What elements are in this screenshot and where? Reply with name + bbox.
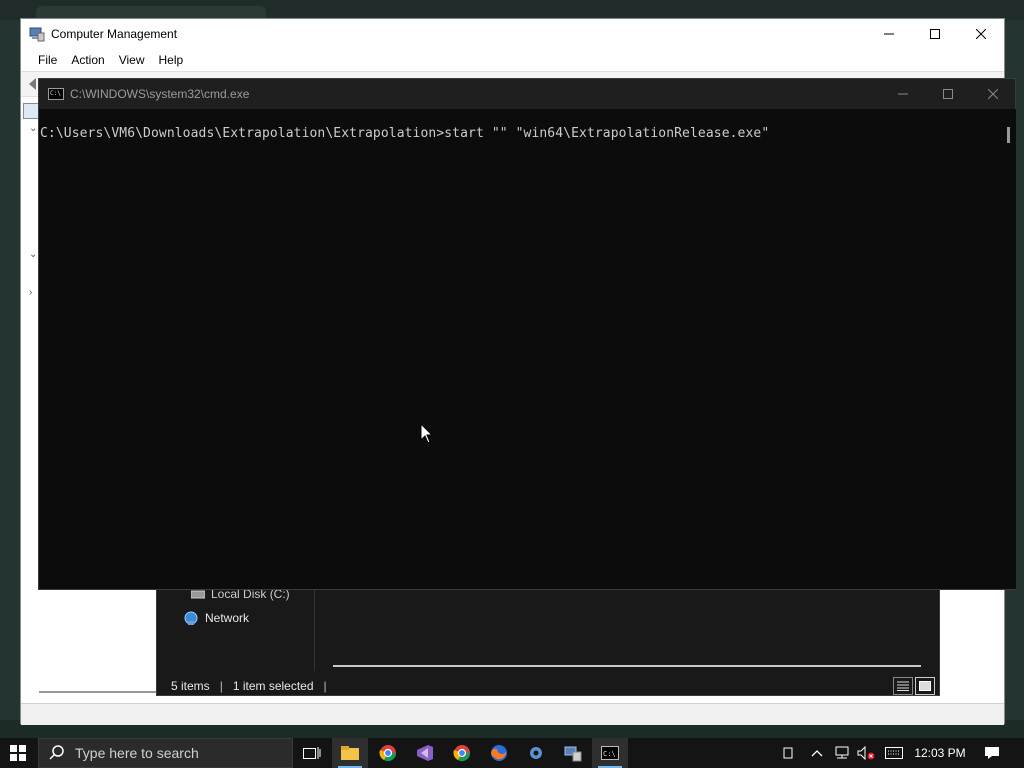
desktop-edge-left <box>0 20 20 720</box>
maximize-icon <box>943 89 953 99</box>
minimize-icon <box>898 93 908 95</box>
tree-root-icon[interactable] <box>23 103 39 119</box>
nav-item-label: Network <box>205 611 250 625</box>
maximize-button[interactable] <box>912 19 958 49</box>
chevron-up-icon <box>811 750 823 757</box>
items-count: 5 items <box>171 679 210 693</box>
cmd-icon: C:\ <box>48 88 64 100</box>
file-explorer-window: Local Disk (C:) Network 5 items | 1 item… <box>156 586 940 696</box>
command-prompt-icon: C:\ <box>601 746 619 760</box>
firefox-icon <box>491 745 507 761</box>
folder-icon <box>341 746 359 760</box>
minimize-icon <box>884 33 894 35</box>
taskbar-command-prompt[interactable]: C:\ <box>592 738 628 768</box>
gear-icon <box>530 747 542 759</box>
status-separator: | <box>323 679 327 693</box>
tray-device-icon <box>783 747 793 759</box>
taskbar: Type here to search C:\ 12:03 PM <box>0 738 1024 768</box>
network-icon <box>184 611 198 625</box>
background-browser-strip <box>0 0 1024 20</box>
details-view-icon <box>897 681 909 691</box>
network-wired-icon <box>835 746 849 759</box>
cmd-titlebar: C:\ C:\WINDOWS\system32\cmd.exe <box>39 79 1015 109</box>
volume-button[interactable] <box>856 738 876 768</box>
taskbar-clock[interactable]: 12:03 PM <box>910 738 970 768</box>
maximize-button[interactable] <box>925 79 971 109</box>
visual-studio-icon <box>417 745 433 761</box>
explorer-status-bar: 5 items | 1 item selected | <box>157 675 939 697</box>
taskbar-settings[interactable] <box>518 738 554 768</box>
notification-icon <box>985 747 999 759</box>
chevron-right-icon[interactable]: › <box>29 287 32 298</box>
maximize-icon <box>930 29 940 39</box>
chevron-down-icon[interactable]: ⌄ <box>29 249 37 260</box>
keyboard-icon <box>885 747 903 759</box>
close-icon <box>988 89 998 99</box>
taskbar-computer-management[interactable] <box>555 738 591 768</box>
task-view-icon <box>303 747 321 759</box>
scroll-thumb[interactable] <box>1007 127 1010 143</box>
details-view-button[interactable] <box>893 677 913 695</box>
console-output[interactable]: C:\Users\VM6\Downloads\Extrapolation\Ext… <box>39 109 1001 589</box>
taskbar-firefox[interactable] <box>481 738 517 768</box>
command-prompt-window[interactable]: C:\ C:\WINDOWS\system32\cmd.exe C:\Users… <box>38 78 1016 590</box>
menu-help[interactable]: Help <box>152 49 191 71</box>
search-icon <box>49 745 64 760</box>
chrome-icon <box>379 745 397 762</box>
console-prompt-line: C:\Users\VM6\Downloads\Extrapolation\Ext… <box>40 126 770 141</box>
minimize-button[interactable] <box>880 79 926 109</box>
status-separator: | <box>219 679 223 693</box>
taskbar-chrome[interactable] <box>370 738 406 768</box>
horizontal-scrollbar[interactable] <box>39 691 159 693</box>
menu-bar: File Action View Help <box>21 49 1004 71</box>
close-icon <box>976 29 986 39</box>
cm-titlebar: Computer Management <box>21 19 1004 49</box>
window-title: Computer Management <box>51 27 178 41</box>
windows-logo-icon <box>10 745 26 761</box>
nav-item-network[interactable]: Network <box>183 610 249 626</box>
svg-text:C:\: C:\ <box>603 750 616 758</box>
menu-view[interactable]: View <box>112 49 152 71</box>
computer-management-icon <box>564 746 582 762</box>
mouse-cursor-icon <box>420 423 434 444</box>
task-view-button[interactable] <box>294 738 330 768</box>
chevron-down-icon[interactable]: ⌄ <box>29 123 37 134</box>
vertical-scrollbar[interactable] <box>1001 109 1016 589</box>
close-button[interactable] <box>958 19 1004 49</box>
selection-count: 1 item selected <box>232 679 314 693</box>
minimize-button[interactable] <box>866 19 912 49</box>
tray-app-icon[interactable] <box>780 738 796 768</box>
taskbar-file-explorer[interactable] <box>332 738 368 768</box>
action-center-button[interactable] <box>980 738 1004 768</box>
network-status-button[interactable] <box>832 738 852 768</box>
keyboard-input-button[interactable] <box>884 738 904 768</box>
computer-management-icon <box>29 27 45 42</box>
menu-action[interactable]: Action <box>64 49 111 71</box>
cmd-window-title: C:\WINDOWS\system32\cmd.exe <box>70 87 250 101</box>
cm-status-bar <box>21 703 1004 725</box>
navigation-pane: Local Disk (C:) Network <box>157 587 315 671</box>
taskbar-chrome-alt[interactable] <box>444 738 480 768</box>
taskbar-visual-studio[interactable] <box>407 738 443 768</box>
horizontal-scrollbar[interactable] <box>333 665 921 667</box>
start-button[interactable] <box>0 738 36 768</box>
volume-muted-icon <box>857 746 875 760</box>
show-hidden-icons-button[interactable] <box>808 738 826 768</box>
search-placeholder: Type here to search <box>75 745 199 761</box>
clock-time: 12:03 PM <box>914 746 966 760</box>
close-button[interactable] <box>970 79 1016 109</box>
menu-file[interactable]: File <box>31 49 64 71</box>
chrome-icon <box>453 745 471 762</box>
drive-icon <box>191 590 205 599</box>
large-icons-view-icon <box>919 681 931 691</box>
taskbar-search-box[interactable]: Type here to search <box>38 738 293 768</box>
large-icons-view-button[interactable] <box>915 677 935 695</box>
